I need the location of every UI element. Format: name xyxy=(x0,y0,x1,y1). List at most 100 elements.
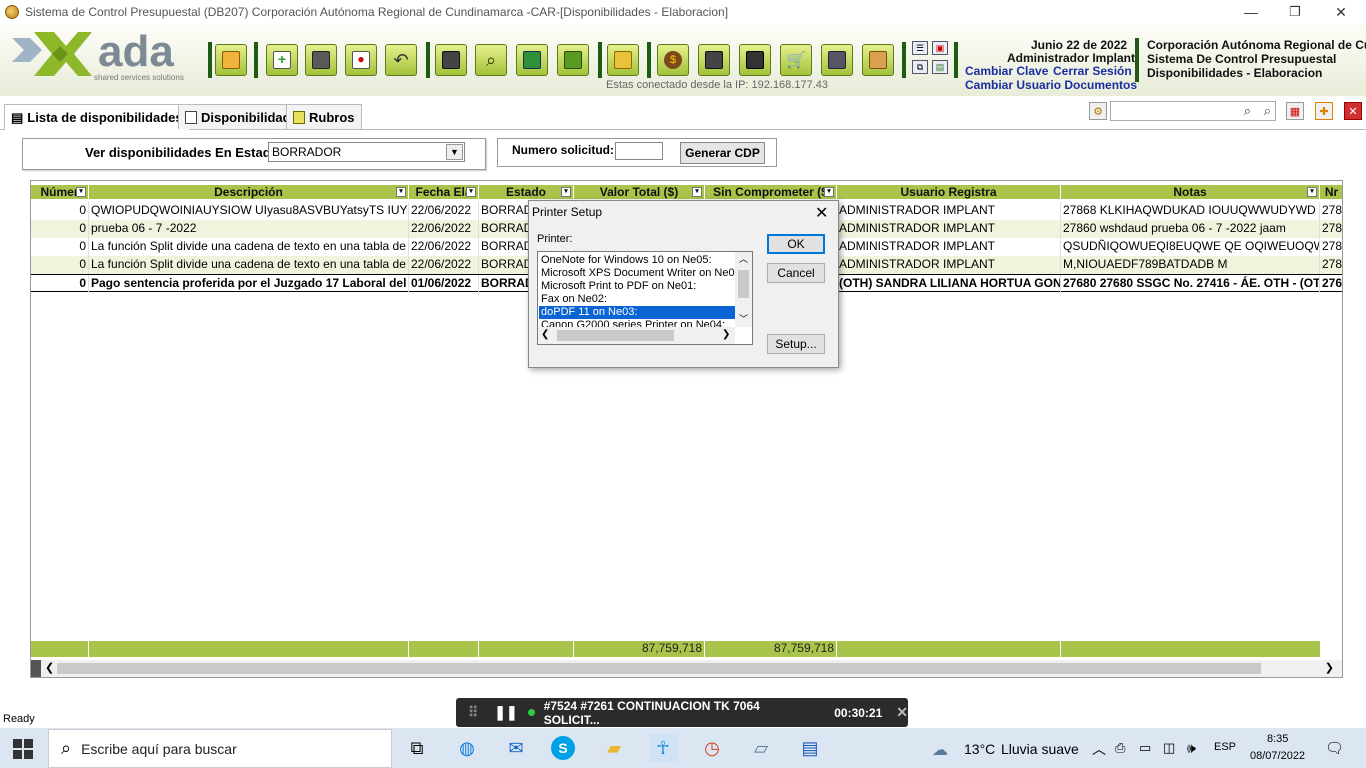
filter-icon: ▾ xyxy=(561,187,571,197)
drag-handle-icon[interactable]: ⠿ xyxy=(468,704,478,721)
close-button[interactable]: ✕ xyxy=(1318,0,1364,24)
mail-icon[interactable]: ✉ xyxy=(502,734,530,762)
undo-icon[interactable]: ↶ xyxy=(385,44,417,76)
generar-cdp-button[interactable]: Generar CDP xyxy=(680,142,765,164)
cambiar-usuario-link[interactable]: Cambiar Usuario Documentos xyxy=(965,78,1137,92)
add-window-icon[interactable]: ✚ xyxy=(1315,102,1333,120)
printer-item[interactable]: Fax on Ne02: xyxy=(541,293,607,306)
printer-item[interactable]: Microsoft Print to PDF on Ne01: xyxy=(541,280,696,293)
new-icon[interactable]: + xyxy=(266,44,298,76)
window-list-icon[interactable]: ☰ xyxy=(912,41,928,55)
wifi-icon[interactable]: ◫ xyxy=(1163,740,1175,756)
money-bag-icon[interactable]: $ xyxy=(657,44,689,76)
col-sin-comprometer[interactable]: Sin Comprometer ($ ▾ xyxy=(705,185,837,199)
volume-icon[interactable]: 🕪 xyxy=(1187,740,1196,757)
setup-button[interactable]: Setup... xyxy=(767,334,825,354)
scroll-right-icon[interactable]: ❯ xyxy=(722,329,730,340)
basket-icon[interactable] xyxy=(557,44,589,76)
search-icon[interactable]: ⌕ xyxy=(475,44,507,76)
taskbar-search[interactable]: ⌕ Escribe aquí para buscar xyxy=(48,729,392,768)
close-icon[interactable]: ✕ xyxy=(896,704,908,721)
file-explorer-icon[interactable]: ▰ xyxy=(600,734,628,762)
delete-icon[interactable]: ● xyxy=(345,44,377,76)
filter-icon: ▾ xyxy=(466,187,476,197)
network-icon[interactable]: ⎙ xyxy=(1115,740,1125,756)
search-icon: ⌕ xyxy=(61,738,72,758)
estado-select[interactable]: BORRADOR ▼ xyxy=(268,142,465,162)
clock-date[interactable]: 08/07/2022 xyxy=(1250,750,1305,762)
col-numero[interactable]: Númer ▾ xyxy=(31,185,89,199)
scroll-down-icon[interactable]: ﹀ xyxy=(739,312,748,325)
chevron-up-icon[interactable]: ︿ xyxy=(1092,739,1106,759)
clock-time[interactable]: 8:35 xyxy=(1267,733,1288,745)
printer-list-vscroll[interactable]: ︿ ﹀ xyxy=(735,252,752,327)
global-search-input[interactable]: ⌕ ⌕ xyxy=(1110,101,1276,121)
language-indicator[interactable]: ESP xyxy=(1214,741,1236,753)
chevron-down-icon[interactable]: ▼ xyxy=(446,144,463,160)
camera-icon[interactable] xyxy=(698,44,730,76)
cart-icon[interactable]: 🛒 xyxy=(780,44,812,76)
skype-icon[interactable]: S xyxy=(551,736,575,760)
restore-button[interactable]: ❐ xyxy=(1272,0,1318,24)
advanced-search-icon[interactable]: ⌕ xyxy=(1264,103,1271,119)
app-runner-icon[interactable]: ☥ xyxy=(649,734,677,762)
col-descripcion[interactable]: Descripción ▾ xyxy=(89,185,409,199)
approve-icon[interactable] xyxy=(821,44,853,76)
windows-start-icon[interactable] xyxy=(13,739,33,759)
tab-lista-disponibilidades[interactable]: ▤ Lista de disponibilidades xyxy=(4,104,190,130)
scroll-left-icon[interactable]: ❮ xyxy=(45,661,54,674)
col-valor-total[interactable]: Valor Total ($) ▾ xyxy=(574,185,705,199)
scroll-left-icon[interactable]: ❮ xyxy=(541,329,549,340)
calendar-icon[interactable]: ▦ xyxy=(1286,102,1304,120)
col-fecha[interactable]: Fecha Ela ▾ xyxy=(409,185,479,199)
tab-label: Lista de disponibilidades xyxy=(27,110,183,125)
task-view-icon[interactable]: ⧉ xyxy=(403,734,431,762)
exit-icon[interactable]: ▣ xyxy=(932,41,948,55)
printer-item[interactable]: OneNote for Windows 10 on Ne05: xyxy=(541,254,712,267)
tab-rubros[interactable]: Rubros xyxy=(286,104,362,129)
edge-icon[interactable]: ◍ xyxy=(453,734,481,762)
col-nr[interactable]: Nr xyxy=(1320,185,1342,199)
scroll-thumb[interactable] xyxy=(738,270,749,298)
users-icon[interactable] xyxy=(862,44,894,76)
pause-icon[interactable]: ❚❚ xyxy=(494,704,517,721)
col-notas[interactable]: Notas ▾ xyxy=(1061,185,1320,199)
save-icon[interactable] xyxy=(305,44,337,76)
weather-temp[interactable]: 13°C xyxy=(964,741,995,757)
tab-disponibilidad[interactable]: Disponibilidad xyxy=(178,104,298,129)
print-icon[interactable] xyxy=(435,44,467,76)
close-icon[interactable]: ✕ xyxy=(815,203,828,223)
image-icon[interactable]: ▤ xyxy=(932,60,948,74)
timer-app-icon[interactable]: ◷ xyxy=(698,734,726,762)
scroll-thumb[interactable] xyxy=(557,330,674,341)
export-excel-icon[interactable] xyxy=(516,44,548,76)
col-usuario-registra[interactable]: Usuario Registra xyxy=(837,185,1061,199)
scroll-right-icon[interactable]: ❯ xyxy=(1325,661,1334,674)
cerrar-sesion-link[interactable]: Cerrar Sesión xyxy=(1053,64,1132,78)
printer-item[interactable]: Microsoft XPS Document Writer on Ne00: xyxy=(541,267,744,280)
weather-desc[interactable]: Lluvia suave xyxy=(1001,741,1079,757)
calculator-icon[interactable] xyxy=(739,44,771,76)
ok-button[interactable]: OK xyxy=(767,234,825,254)
close-module-icon[interactable]: ✕ xyxy=(1344,102,1362,120)
search-options-icon[interactable]: ⚙ xyxy=(1089,102,1107,120)
notes-app-icon[interactable]: ▱ xyxy=(747,734,775,762)
scroll-thumb[interactable] xyxy=(57,663,1261,674)
numero-solicitud-input[interactable] xyxy=(615,142,663,160)
search-icon[interactable]: ⌕ xyxy=(1244,103,1251,119)
horizontal-scrollbar[interactable]: ❮ ❯ xyxy=(31,660,1342,677)
weather-icon[interactable]: ☁ xyxy=(932,740,948,760)
cambiar-clave-link[interactable]: Cambiar Clave xyxy=(965,64,1048,78)
scroll-up-icon[interactable]: ︿ xyxy=(739,252,748,265)
lock-icon[interactable] xyxy=(607,44,639,76)
cascade-icon[interactable]: ⧉ xyxy=(912,60,928,74)
printer-item[interactable]: doPDF 11 on Ne03: xyxy=(538,305,736,320)
minimize-button[interactable]: — xyxy=(1228,0,1274,24)
open-folder-icon[interactable] xyxy=(215,44,247,76)
word-icon[interactable]: ▤ xyxy=(796,734,824,762)
notifications-icon[interactable]: 🗨 xyxy=(1325,739,1344,757)
cancel-button[interactable]: Cancel xyxy=(767,263,825,283)
col-estado[interactable]: Estado ▾ xyxy=(479,185,574,199)
battery-icon[interactable]: ▭ xyxy=(1139,740,1151,756)
printer-list-hscroll[interactable]: ❮ ❯ xyxy=(538,327,735,344)
